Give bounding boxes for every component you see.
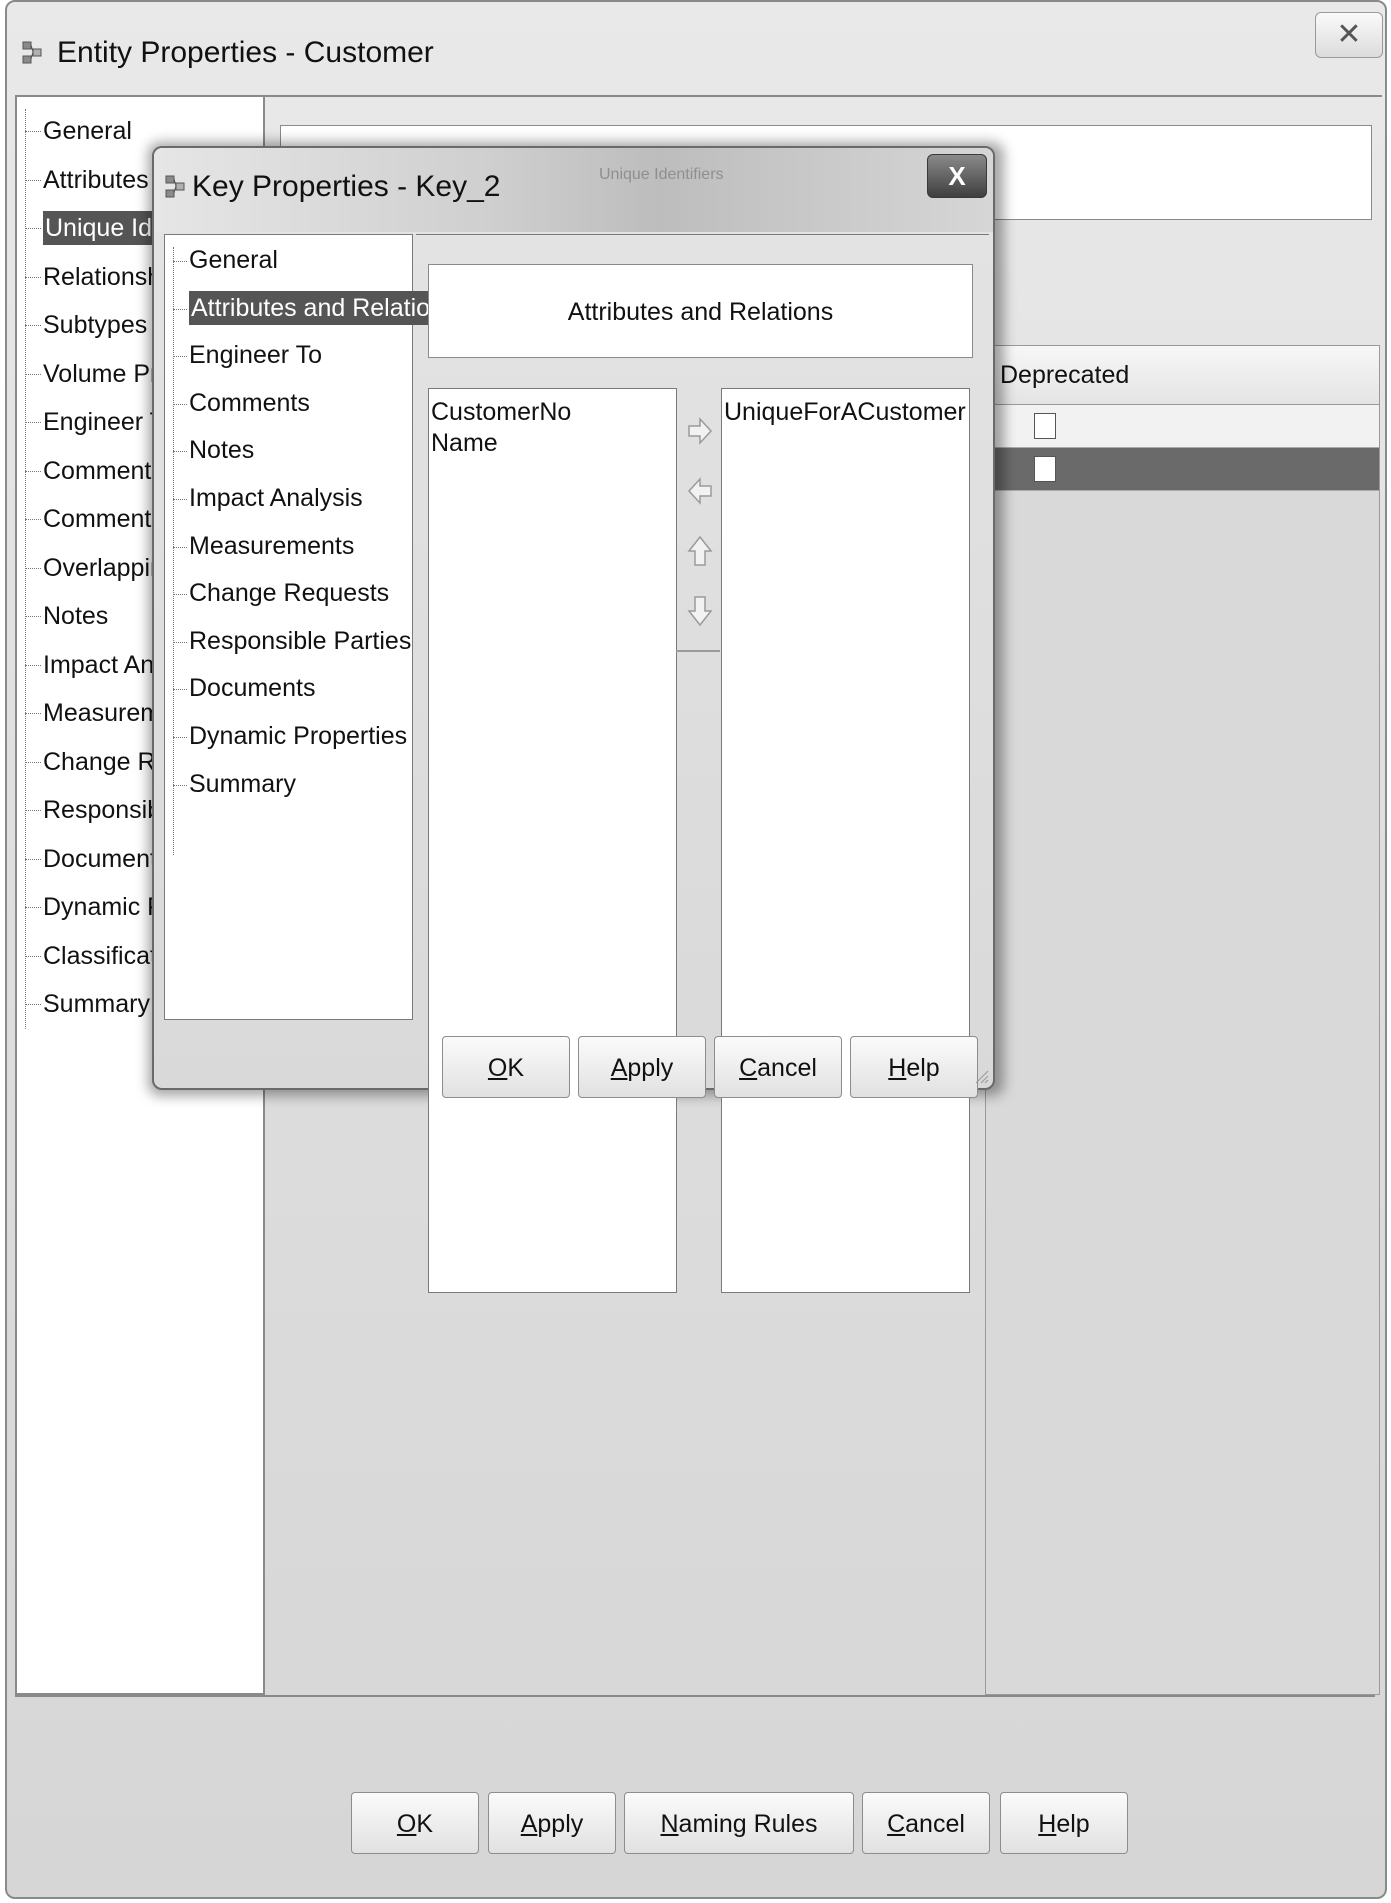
nav-item-attributes-and-relations[interactable]: Attributes and Relations: [165, 285, 459, 333]
divider: [676, 650, 720, 652]
key-nav-tree: General Attributes and Relations Engineer …: [164, 234, 459, 1020]
inner-button-bar: OK Apply Cancel Help: [164, 1020, 987, 1098]
nav-item-label: General: [189, 246, 278, 274]
deprecated-checkbox[interactable]: [1034, 413, 1056, 439]
list-item[interactable]: CustomerNo: [429, 397, 676, 428]
key-attributes-list[interactable]: UniqueForACustomer: [721, 388, 970, 1293]
close-button[interactable]: X: [927, 154, 987, 198]
deprecated-checkbox[interactable]: [1034, 456, 1056, 482]
nav-item-label: Attributes: [43, 165, 149, 194]
nav-item-label: Summary: [189, 769, 296, 798]
help-button[interactable]: Help: [850, 1036, 978, 1098]
nav-item-label: Summary: [43, 990, 150, 1018]
nav-item-label: Responsible Parties: [189, 626, 412, 655]
section-header: Attributes and Relations: [428, 264, 973, 358]
dialog-title: Entity Properties - Customer: [57, 36, 434, 69]
table-row[interactable]: [986, 405, 1379, 448]
nav-item-label: Change Requests: [189, 579, 390, 608]
close-icon: X: [948, 161, 966, 191]
nav-item-general[interactable]: General: [165, 237, 458, 285]
list-item[interactable]: UniqueForACustomer: [722, 397, 969, 428]
nav-item-engineer-to[interactable]: Engineer To: [165, 332, 458, 380]
arrow-down-icon[interactable]: [686, 594, 714, 628]
arrow-up-icon[interactable]: [686, 534, 714, 568]
nav-item-label: Measurements: [189, 531, 355, 560]
nav-item-measurements[interactable]: Measurements: [165, 523, 458, 571]
nav-item-comments[interactable]: Comments: [165, 380, 458, 428]
table-row[interactable]: [986, 448, 1379, 491]
arrow-left-icon[interactable]: [686, 474, 714, 508]
nav-item-label: Documents: [189, 674, 316, 703]
dialog-title: Key Properties - Key_2: [192, 170, 501, 203]
nav-item-label: Impact Analysis: [189, 483, 363, 512]
nav-item-label: Notes: [43, 602, 109, 630]
nav-item-label: Comments: [189, 388, 310, 417]
nav-item-change-requests[interactable]: Change Requests: [165, 570, 458, 618]
cancel-button[interactable]: Cancel: [714, 1036, 842, 1098]
nav-item-notes[interactable]: Notes: [165, 427, 458, 475]
nav-item-label: Engineer To: [189, 341, 322, 370]
help-button[interactable]: Help: [1000, 1792, 1128, 1854]
close-icon: ✕: [1336, 18, 1362, 51]
background-title-text: Unique Identifiers: [599, 166, 724, 183]
key-icon: [165, 175, 185, 198]
nav-item-responsible-parties[interactable]: Responsible Parties: [165, 618, 458, 666]
nav-item-dynamic-properties[interactable]: Dynamic Properties: [165, 713, 458, 761]
ok-button[interactable]: OK: [442, 1036, 570, 1098]
naming-rules-button[interactable]: Naming Rules: [624, 1792, 854, 1854]
grid-column-header[interactable]: Deprecated: [986, 346, 1379, 405]
resize-grip-icon[interactable]: [973, 1068, 989, 1084]
outer-button-bar: [15, 1695, 1375, 1887]
cancel-button[interactable]: Cancel: [862, 1792, 990, 1854]
nav-item-label: General: [43, 117, 132, 145]
nav-item-label: Dynamic Properties: [189, 721, 408, 750]
list-item[interactable]: Name: [429, 428, 676, 459]
close-button[interactable]: ✕: [1315, 12, 1383, 58]
unique-identifiers-grid: Deprecated: [985, 345, 1380, 1695]
nav-item-label: Subtypes: [43, 311, 148, 339]
nav-item-label: Comments: [43, 456, 164, 485]
arrow-right-icon[interactable]: [686, 414, 714, 448]
key-properties-dialog: Unique Identifiers Key Properties - Key_…: [152, 146, 995, 1293]
apply-button[interactable]: Apply: [578, 1036, 706, 1098]
entity-icon: [22, 41, 42, 64]
apply-button[interactable]: Apply: [488, 1792, 616, 1854]
nav-item-label: Notes: [189, 436, 255, 465]
nav-item-impact-analysis[interactable]: Impact Analysis: [165, 475, 458, 523]
nav-item-summary[interactable]: Summary: [165, 761, 458, 809]
move-buttons: [676, 414, 720, 654]
nav-item-documents[interactable]: Documents: [165, 665, 458, 713]
available-attributes-list[interactable]: CustomerNo Name: [428, 388, 677, 1293]
ok-button[interactable]: OK: [351, 1792, 479, 1854]
